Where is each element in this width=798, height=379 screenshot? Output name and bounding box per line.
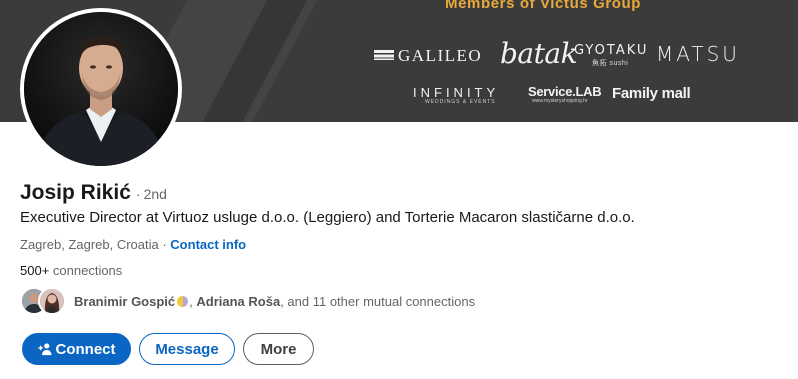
message-button[interactable]: Message: [139, 333, 235, 365]
gyotaku-logo: GYOTAKU: [574, 43, 649, 58]
batak-logo: batak: [500, 37, 578, 70]
mutual-connections[interactable]: Branimir Gospić, Adriana Roša, and 11 ot…: [20, 286, 475, 316]
connections-count[interactable]: 500+ connections: [20, 263, 122, 278]
degree-separator: ·: [135, 186, 141, 202]
mutual-avatars: [20, 286, 68, 316]
profile-photo-image: [24, 12, 178, 166]
moon-emoji-icon: [177, 295, 189, 307]
add-person-icon: [37, 343, 52, 356]
connections-label: connections: [49, 263, 123, 278]
matsu-logo: MATSU: [656, 42, 740, 66]
location-row: Zagreb, Zagreb, Croatia · Contact info: [20, 237, 246, 252]
galileo-logo-text: GALILEO: [398, 46, 483, 65]
galileo-logo: GALILEO: [374, 47, 482, 64]
servicelab-logo: Service.LAB: [528, 84, 602, 99]
more-button[interactable]: More: [243, 333, 314, 365]
profile-actions: Connect Message More: [22, 333, 314, 365]
mutual-connections-text: Branimir Gospić, Adriana Roša, and 11 ot…: [74, 294, 475, 309]
contact-info-link[interactable]: Contact info: [170, 237, 246, 252]
connect-button[interactable]: Connect: [22, 333, 131, 365]
name-row: Josip Rikić · 2nd: [20, 181, 167, 205]
mutual-person-2: Adriana Roša: [196, 293, 281, 309]
profile-location: Zagreb, Zagreb, Croatia: [20, 237, 159, 252]
gyotaku-logo-sub: 魚拓 sushi: [592, 60, 629, 67]
message-button-label: Message: [155, 340, 219, 358]
mutual-avatar-2: [38, 287, 66, 315]
mutual-rest: , and 11 other mutual connections: [280, 293, 476, 309]
profile-photo[interactable]: [24, 12, 178, 166]
connection-degree: · 2nd: [136, 186, 167, 202]
mutual-avatar-2-image: [40, 289, 64, 313]
profile-name: Josip Rikić: [20, 181, 131, 204]
location-separator: ·: [158, 237, 171, 252]
degree-label: 2nd: [143, 186, 167, 202]
connect-button-label: Connect: [55, 340, 116, 358]
profile-headline: Executive Director at Virtuoz usluge d.o…: [20, 209, 635, 226]
galileo-flag-icon: [374, 50, 394, 60]
infinity-logo: INFINITY: [413, 85, 500, 100]
familymall-logo: Family mall: [612, 85, 691, 102]
more-button-label: More: [260, 340, 297, 358]
connections-number: 500+: [20, 263, 50, 278]
servicelab-logo-sub: www.mysteryshopping.hr: [532, 98, 588, 104]
mutual-person-1: Branimir Gospić: [74, 293, 176, 309]
infinity-logo-sub: WEDDINGS & EVENTS: [425, 99, 496, 105]
banner-heading: Members of Victus Group: [445, 0, 642, 12]
